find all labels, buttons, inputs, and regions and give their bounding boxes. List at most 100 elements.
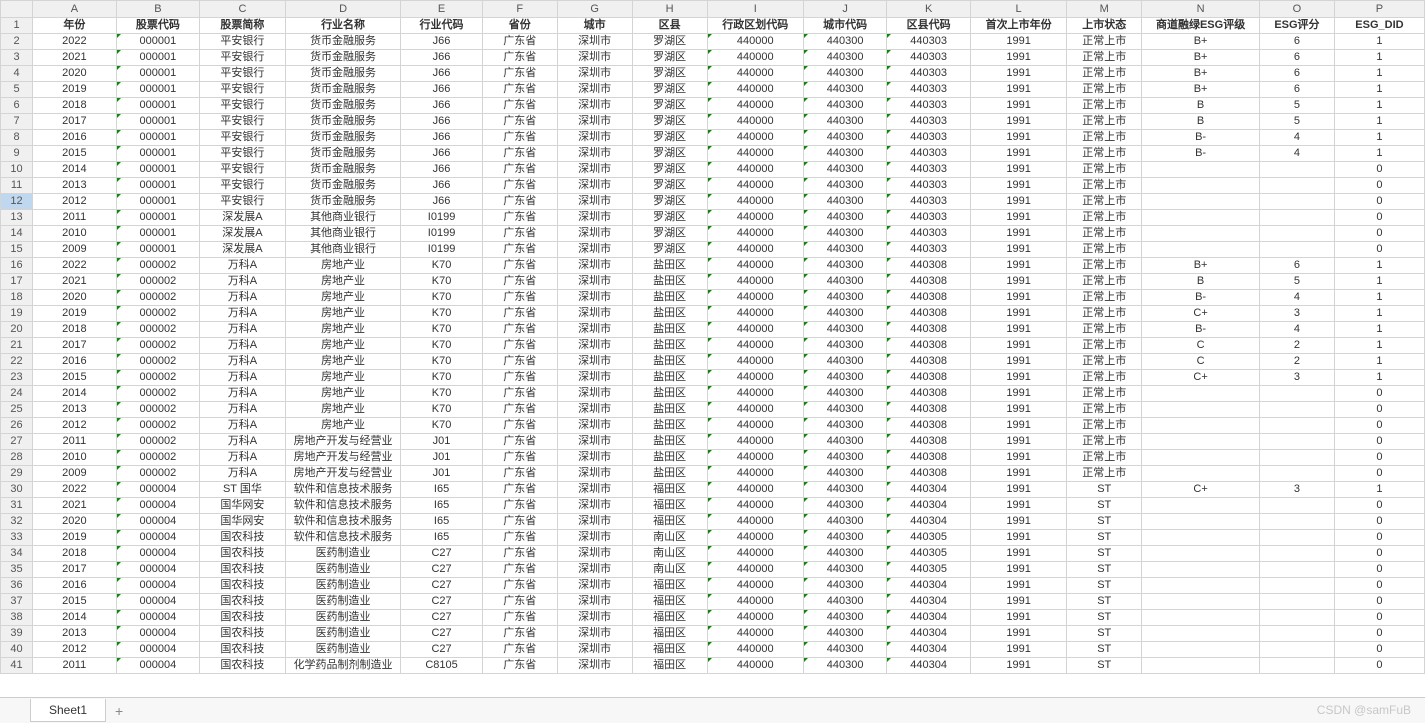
data-cell[interactable]: 万科A	[200, 386, 286, 402]
data-cell[interactable]: 2016	[33, 578, 117, 594]
data-cell[interactable]: 房地产开发与经营业	[285, 466, 401, 482]
column-header[interactable]: C	[200, 1, 286, 18]
data-cell[interactable]: 440000	[707, 562, 803, 578]
data-cell[interactable]: 1	[1334, 146, 1424, 162]
data-cell[interactable]: 广东省	[482, 482, 557, 498]
data-cell[interactable]: 广东省	[482, 242, 557, 258]
data-cell[interactable]: 000001	[116, 34, 200, 50]
data-cell[interactable]: 国农科技	[200, 546, 286, 562]
data-cell[interactable]	[1142, 162, 1260, 178]
data-cell[interactable]: 正常上市	[1067, 258, 1142, 274]
data-cell[interactable]: 000001	[116, 242, 200, 258]
data-cell[interactable]: 广东省	[482, 162, 557, 178]
data-cell[interactable]: 广东省	[482, 258, 557, 274]
data-cell[interactable]: 房地产开发与经营业	[285, 450, 401, 466]
data-cell[interactable]: 盐田区	[632, 450, 707, 466]
data-cell[interactable]: 440300	[803, 194, 887, 210]
data-cell[interactable]	[1142, 386, 1260, 402]
data-cell[interactable]: 440304	[887, 514, 971, 530]
row-header[interactable]: 17	[1, 274, 33, 290]
data-cell[interactable]: J66	[401, 162, 482, 178]
data-cell[interactable]: K70	[401, 290, 482, 306]
data-cell[interactable]: 440000	[707, 210, 803, 226]
data-cell[interactable]: 货币金融服务	[285, 178, 401, 194]
data-cell[interactable]: 440300	[803, 258, 887, 274]
data-cell[interactable]: 1991	[970, 530, 1066, 546]
data-cell[interactable]: 深发展A	[200, 226, 286, 242]
data-cell[interactable]: 广东省	[482, 562, 557, 578]
data-cell[interactable]: 0	[1334, 562, 1424, 578]
data-cell[interactable]	[1142, 194, 1260, 210]
data-cell[interactable]: 南山区	[632, 530, 707, 546]
data-cell[interactable]: 万科A	[200, 290, 286, 306]
data-cell[interactable]: 深圳市	[557, 274, 632, 290]
data-cell[interactable]	[1259, 434, 1334, 450]
data-cell[interactable]: 1991	[970, 546, 1066, 562]
data-cell[interactable]: 1991	[970, 626, 1066, 642]
data-cell[interactable]: 1	[1334, 354, 1424, 370]
data-cell[interactable]: 广东省	[482, 194, 557, 210]
data-cell[interactable]: 万科A	[200, 418, 286, 434]
data-cell[interactable]: 国农科技	[200, 594, 286, 610]
data-cell[interactable]: 440308	[887, 450, 971, 466]
data-cell[interactable]: 万科A	[200, 274, 286, 290]
data-cell[interactable]: 440303	[887, 34, 971, 50]
data-cell[interactable]: C+	[1142, 306, 1260, 322]
data-cell[interactable]: 正常上市	[1067, 242, 1142, 258]
data-cell[interactable]: 440000	[707, 610, 803, 626]
data-cell[interactable]: 2015	[33, 370, 117, 386]
row-header[interactable]: 30	[1, 482, 33, 498]
data-cell[interactable]: 2011	[33, 658, 117, 674]
data-cell[interactable]: 0	[1334, 658, 1424, 674]
data-cell[interactable]: 广东省	[482, 626, 557, 642]
data-cell[interactable]: 正常上市	[1067, 34, 1142, 50]
data-cell[interactable]: 3	[1259, 306, 1334, 322]
data-cell[interactable]: 0	[1334, 626, 1424, 642]
data-cell[interactable]: 0	[1334, 386, 1424, 402]
data-cell[interactable]: 房地产业	[285, 290, 401, 306]
data-cell[interactable]: 深圳市	[557, 466, 632, 482]
data-cell[interactable]: 广东省	[482, 450, 557, 466]
row-header[interactable]: 21	[1, 338, 33, 354]
data-cell[interactable]	[1259, 562, 1334, 578]
data-cell[interactable]: 440000	[707, 34, 803, 50]
data-cell[interactable]: 广东省	[482, 466, 557, 482]
data-cell[interactable]: 440303	[887, 162, 971, 178]
row-header[interactable]: 40	[1, 642, 33, 658]
data-cell[interactable]: 440308	[887, 418, 971, 434]
data-cell[interactable]: 440000	[707, 194, 803, 210]
data-cell[interactable]: 2016	[33, 354, 117, 370]
data-cell[interactable]: 盐田区	[632, 338, 707, 354]
row-header[interactable]: 37	[1, 594, 33, 610]
data-cell[interactable]: 440000	[707, 642, 803, 658]
data-cell[interactable]: 440303	[887, 50, 971, 66]
data-cell[interactable]: 440300	[803, 98, 887, 114]
data-cell[interactable]: 440000	[707, 386, 803, 402]
data-cell[interactable]: 正常上市	[1067, 130, 1142, 146]
data-cell[interactable]: 广东省	[482, 530, 557, 546]
data-cell[interactable]: 6	[1259, 50, 1334, 66]
data-cell[interactable]: 罗湖区	[632, 130, 707, 146]
data-cell[interactable]: 货币金融服务	[285, 50, 401, 66]
data-cell[interactable]: 平安银行	[200, 130, 286, 146]
row-header[interactable]: 29	[1, 466, 33, 482]
row-header[interactable]: 3	[1, 50, 33, 66]
data-cell[interactable]: ST	[1067, 498, 1142, 514]
data-cell[interactable]	[1142, 578, 1260, 594]
data-cell[interactable]: 2022	[33, 34, 117, 50]
data-cell[interactable]: 罗湖区	[632, 82, 707, 98]
data-cell[interactable]: C8105	[401, 658, 482, 674]
data-cell[interactable]: 1991	[970, 658, 1066, 674]
data-cell[interactable]: 440308	[887, 402, 971, 418]
data-cell[interactable]: 000001	[116, 226, 200, 242]
data-cell[interactable]: 440300	[803, 482, 887, 498]
row-header[interactable]: 33	[1, 530, 33, 546]
data-cell[interactable]: 1	[1334, 274, 1424, 290]
data-cell[interactable]: 440000	[707, 658, 803, 674]
data-cell[interactable]: 2021	[33, 498, 117, 514]
data-cell[interactable]: B+	[1142, 50, 1260, 66]
data-cell[interactable]: 2015	[33, 146, 117, 162]
data-cell[interactable]: 000002	[116, 386, 200, 402]
data-cell[interactable]: 广东省	[482, 226, 557, 242]
data-cell[interactable]	[1259, 210, 1334, 226]
